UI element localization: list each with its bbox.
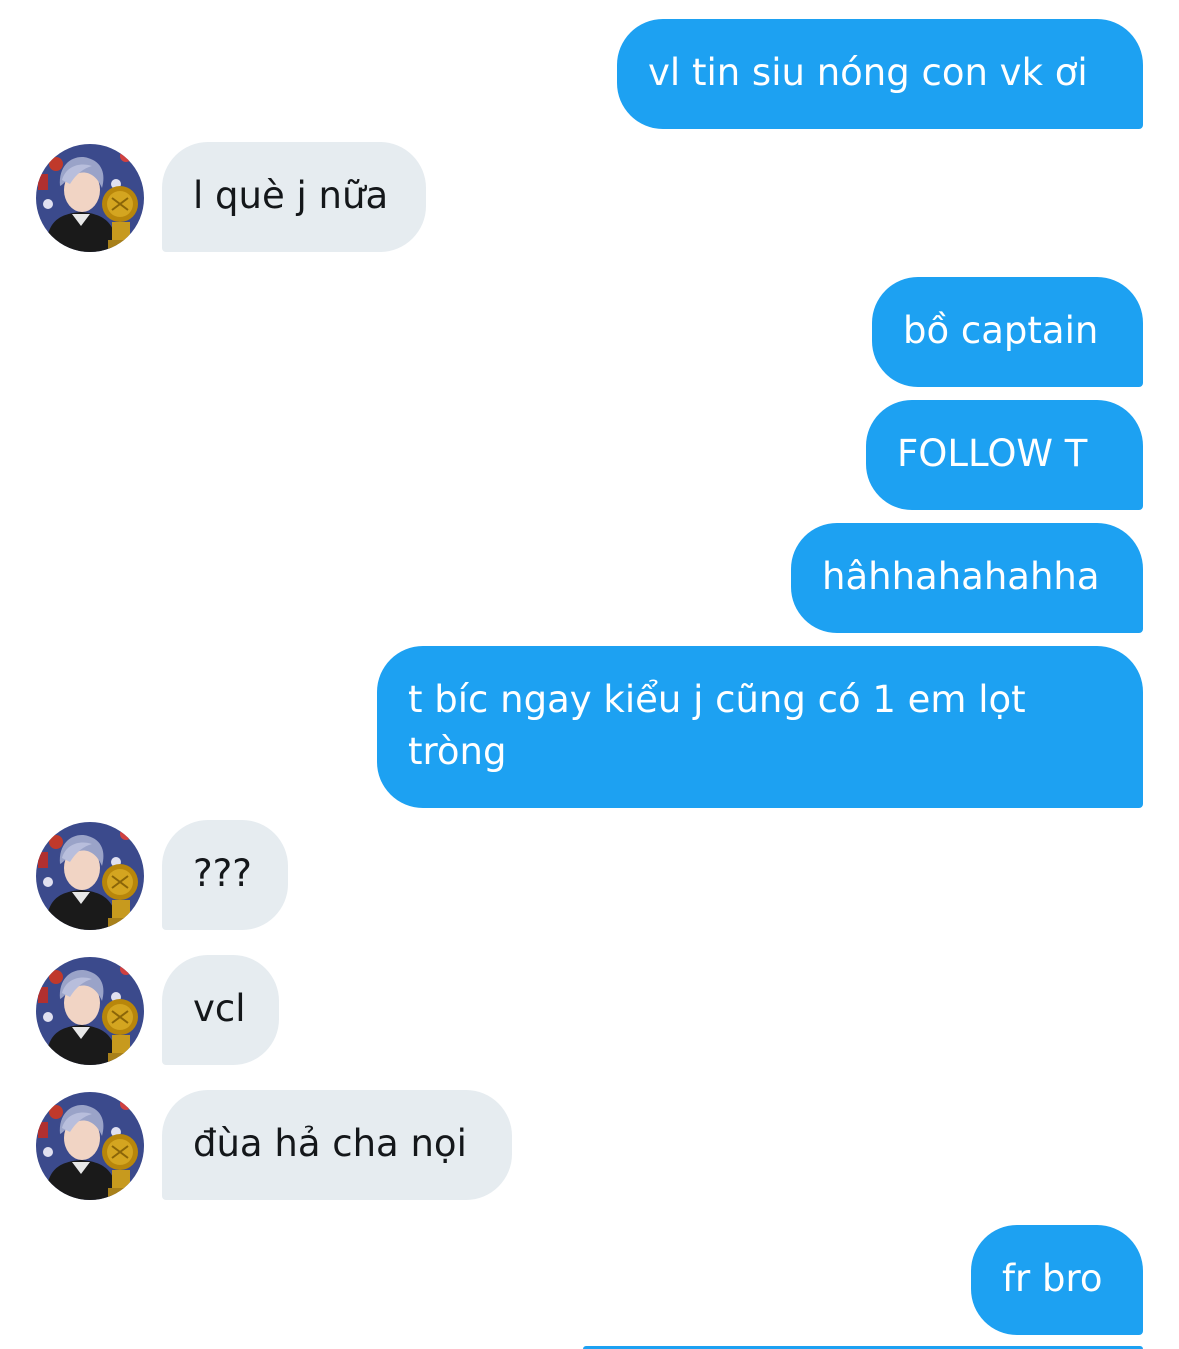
message-bubble-sent[interactable]: t bíc ngay kiểu j cũng có 1 em lọt tròng bbox=[377, 646, 1143, 808]
avatar[interactable] bbox=[36, 822, 144, 930]
message-text: l què j nữa bbox=[193, 174, 389, 217]
avatar[interactable] bbox=[36, 1092, 144, 1200]
message-bubble-received[interactable]: vcl bbox=[162, 955, 279, 1065]
message-text: đùa hả cha nọi bbox=[193, 1122, 467, 1165]
message-bubble-sent[interactable]: FOLLOW T bbox=[866, 400, 1143, 510]
message-text: hâhhahahahha bbox=[822, 555, 1100, 598]
message-bubble-received[interactable]: đùa hả cha nọi bbox=[162, 1090, 512, 1200]
message-bubble-sent[interactable]: vl tin siu nóng con vk ơi bbox=[617, 19, 1143, 129]
message-bubble-sent[interactable]: fr bro bbox=[971, 1225, 1143, 1335]
message-text: t bíc ngay kiểu j cũng có 1 em lọt tròng bbox=[408, 678, 1026, 773]
message-text: vcl bbox=[193, 987, 246, 1030]
message-bubble-sent[interactable]: hâhhahahahha bbox=[791, 523, 1143, 633]
avatar-image bbox=[36, 1092, 144, 1200]
message-bubble-received[interactable]: l què j nữa bbox=[162, 142, 426, 252]
message-text: vl tin siu nóng con vk ơi bbox=[648, 51, 1088, 94]
avatar-image bbox=[36, 822, 144, 930]
message-text: FOLLOW T bbox=[897, 432, 1088, 475]
avatar-image bbox=[36, 144, 144, 252]
message-bubble-received[interactable]: ??? bbox=[162, 820, 288, 930]
avatar-image bbox=[36, 957, 144, 1065]
message-bubble-sent[interactable]: bồ captain bbox=[872, 277, 1143, 387]
avatar[interactable] bbox=[36, 957, 144, 1065]
message-text: ??? bbox=[193, 852, 252, 895]
message-text: fr bro bbox=[1002, 1257, 1103, 1300]
avatar[interactable] bbox=[36, 144, 144, 252]
message-text: bồ captain bbox=[903, 309, 1099, 352]
